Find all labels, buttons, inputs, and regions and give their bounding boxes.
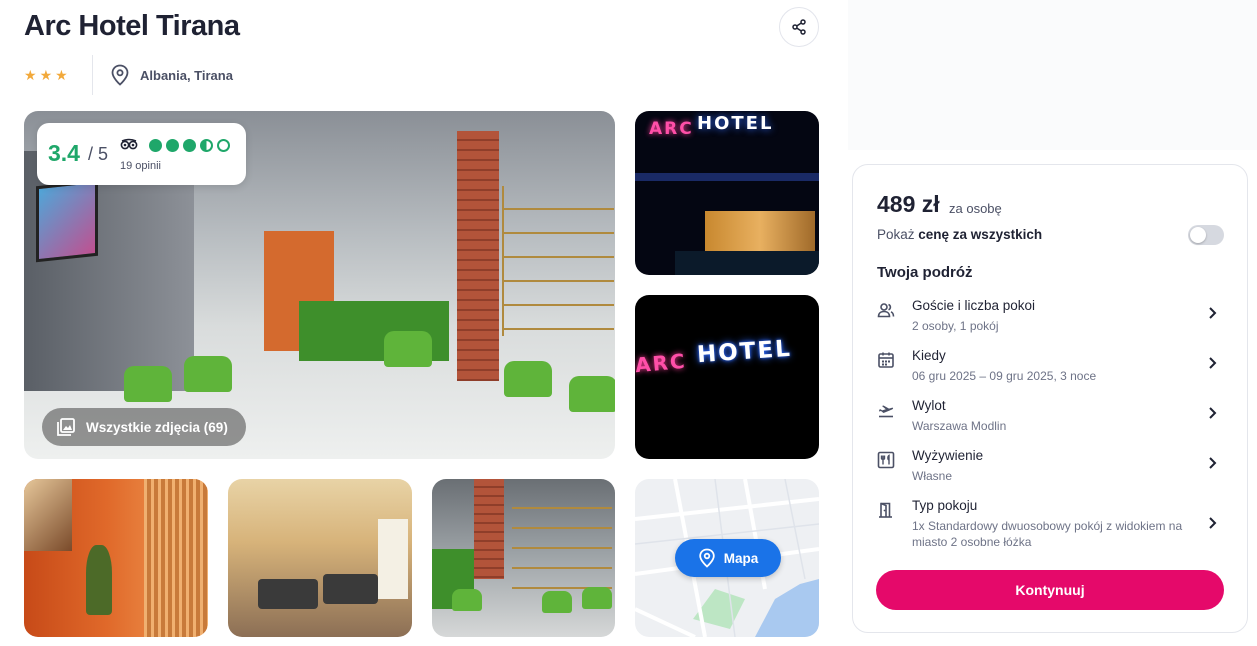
calendar-icon: [878, 352, 894, 368]
rating-dot: [217, 139, 230, 152]
continue-button[interactable]: Kontynuuj: [876, 570, 1224, 610]
all-photos-button[interactable]: Wszystkie zdjęcia (69): [42, 408, 246, 446]
rating-dots: [149, 139, 230, 152]
trip-row-departure[interactable]: Wylot Warszawa Modlin: [870, 398, 1230, 444]
plane-departure-icon: [879, 405, 894, 418]
share-icon: [792, 19, 806, 35]
row-value: 2 osoby, 1 pokój: [912, 319, 999, 333]
price-per-person: za osobę: [949, 201, 1002, 216]
row-label: Kiedy: [912, 348, 946, 363]
photo-thumbnail[interactable]: ARC HOTEL: [635, 295, 819, 459]
photo-detail: [512, 489, 612, 589]
photo-detail: [474, 479, 504, 579]
trip-row-room[interactable]: Typ pokoju 1x Standardowy dwuosobowy pok…: [870, 498, 1230, 554]
map-label: Mapa: [723, 550, 759, 566]
rating-max: / 5: [88, 144, 109, 164]
photo-thumbnail[interactable]: [228, 479, 412, 637]
row-value: 06 gru 2025 – 09 gru 2025, 3 noce: [912, 369, 1097, 383]
row-label: Wylot: [912, 398, 946, 413]
guests-icon: [877, 303, 895, 318]
rating-dot: [149, 139, 162, 152]
gallery-icon: [57, 418, 75, 436]
show-total-prefix: Pokaż: [877, 227, 919, 242]
photo-detail: [384, 331, 432, 367]
photo-detail: [635, 173, 819, 181]
trip-row-meals[interactable]: Wyżywienie Własne: [870, 448, 1230, 494]
chevron-right-icon: [1209, 517, 1217, 529]
neon-sign: HOTEL: [696, 335, 793, 369]
photo-detail: [452, 589, 482, 611]
photo-detail: [705, 211, 815, 251]
all-photos-label: Wszystkie zdjęcia (69): [86, 419, 228, 435]
photo-detail: [582, 587, 612, 609]
star-icon: ★: [55, 67, 68, 83]
rating-card[interactable]: 3.4 / 5 19 opinii: [37, 123, 246, 185]
row-label: Goście i liczba pokoi: [912, 298, 1036, 313]
trip-row-guests[interactable]: Goście i liczba pokoi 2 osoby, 1 pokój: [870, 298, 1230, 344]
photo-thumbnail[interactable]: ARC HOTEL: [635, 111, 819, 275]
neon-sign: HOTEL: [697, 113, 774, 134]
location-pin-icon: [111, 64, 129, 86]
photo-thumbnail[interactable]: [24, 479, 208, 637]
photo-detail: [457, 131, 499, 381]
photo-detail: [86, 545, 112, 615]
hotel-title: Arc Hotel Tirana: [24, 10, 240, 42]
photo-detail: [323, 574, 378, 604]
row-value: Warszawa Modlin: [912, 419, 1007, 433]
photo-detail: [569, 376, 615, 412]
toggle-knob: [1190, 227, 1206, 243]
star-icon: ★: [24, 67, 37, 83]
row-label: Wyżywienie: [912, 448, 984, 463]
photo-detail: [124, 366, 172, 402]
location-pin-icon: [699, 548, 715, 568]
photo-thumbnail[interactable]: [432, 479, 615, 637]
photo-detail: [24, 479, 72, 551]
trip-section-title: Twoja podróż: [877, 264, 973, 281]
panel-backdrop: [848, 0, 1257, 150]
divider: [92, 55, 93, 95]
photo-detail: [258, 579, 318, 609]
chevron-right-icon: [1209, 357, 1217, 369]
room-door-icon: [879, 502, 892, 518]
photo-detail: [675, 251, 819, 275]
price: 489 zł: [877, 191, 940, 217]
show-total-toggle[interactable]: [1188, 225, 1224, 245]
photo-detail: [184, 356, 232, 392]
row-label: Typ pokoju: [912, 498, 978, 513]
row-value: 1x Standardowy dwuosobowy pokój z widoki…: [912, 519, 1183, 549]
tripadvisor-icon: [120, 138, 138, 150]
rating-dot: [183, 139, 196, 152]
rating-score: 3.4: [48, 140, 80, 166]
photo-detail: [502, 186, 614, 336]
share-button[interactable]: [779, 7, 819, 47]
photo-detail: [144, 479, 208, 637]
show-total-bold: cenę za wszystkich: [918, 227, 1043, 242]
neon-logo: ARC: [649, 119, 694, 139]
photo-detail: [542, 591, 572, 613]
row-value: Własne: [912, 469, 953, 483]
meals-icon: [877, 451, 895, 469]
chevron-right-icon: [1209, 457, 1217, 469]
reviews-count: 19 opinii: [120, 160, 161, 172]
neon-logo: ARC: [635, 348, 688, 378]
map-button[interactable]: Mapa: [675, 539, 781, 577]
location-text: Albania, Tirana: [140, 67, 233, 83]
chevron-right-icon: [1209, 307, 1217, 319]
photo-detail: [36, 179, 98, 263]
show-total-price-label: Pokaż cenę za wszystkich: [877, 227, 1042, 242]
trip-row-dates[interactable]: Kiedy 06 gru 2025 – 09 gru 2025, 3 noce: [870, 348, 1230, 394]
chevron-right-icon: [1209, 407, 1217, 419]
hotel-stars: ★ ★ ★: [24, 66, 68, 84]
photo-detail: [504, 361, 552, 397]
rating-dot: [200, 139, 213, 152]
hotel-location[interactable]: Albania, Tirana: [110, 64, 233, 86]
star-icon: ★: [39, 67, 53, 83]
rating-dot: [166, 139, 179, 152]
photo-detail: [378, 519, 408, 599]
